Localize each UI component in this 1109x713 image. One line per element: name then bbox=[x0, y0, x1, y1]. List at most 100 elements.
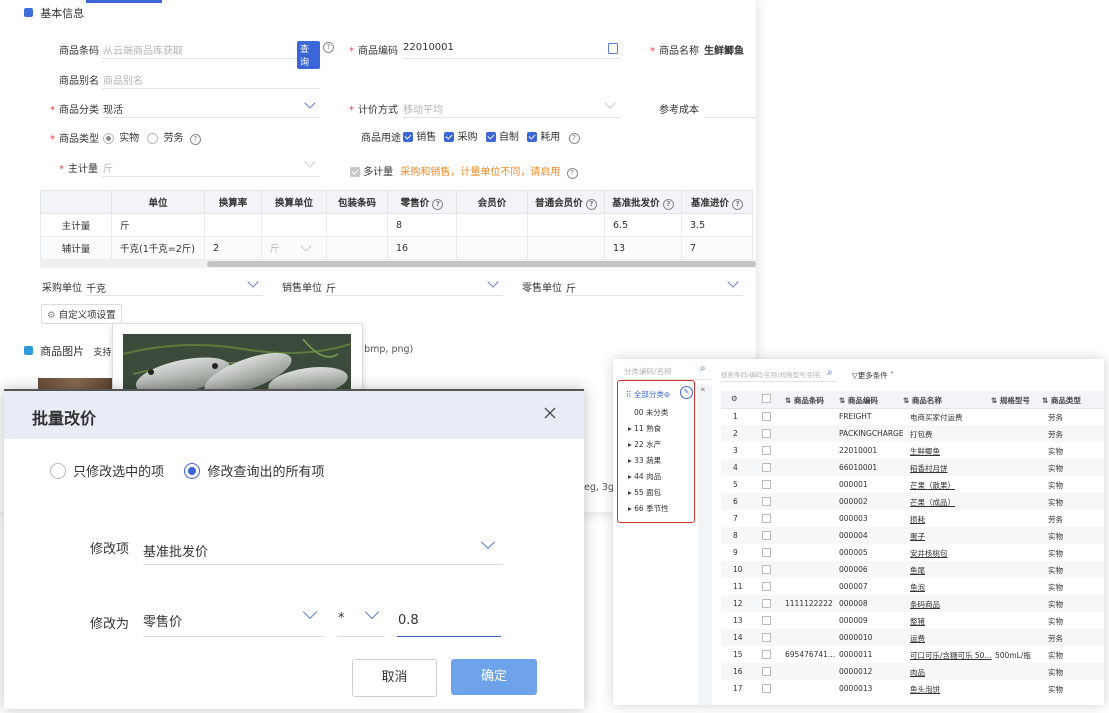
tree-item[interactable]: 00 未分类 bbox=[634, 407, 668, 418]
search-icon[interactable]: ⌕ bbox=[700, 363, 706, 374]
cell-name[interactable]: 生鲜鲫鱼 bbox=[910, 446, 940, 457]
barcode-generate-icon[interactable] bbox=[608, 43, 618, 54]
cell-name[interactable]: 安井核桃包 bbox=[910, 548, 948, 559]
table-row[interactable]: 17 0000013 鱼头泡饼 实物 bbox=[721, 680, 1104, 697]
factor-input[interactable]: 0.8 bbox=[397, 603, 501, 637]
cell-name[interactable]: 电商买家付运费 bbox=[910, 412, 963, 423]
settings-icon[interactable]: ⚙ bbox=[731, 394, 738, 403]
scrollbar-thumb[interactable] bbox=[207, 261, 756, 267]
multi-unit-checkbox[interactable] bbox=[350, 167, 360, 177]
ref-cost-field[interactable] bbox=[704, 97, 756, 118]
table-row[interactable]: 2 PACKINGCHARGE 打包费 劳务 bbox=[721, 425, 1104, 442]
cell-name[interactable]: 鱼泡 bbox=[910, 582, 925, 593]
row-checkbox[interactable] bbox=[762, 633, 771, 642]
cell-conv-unit[interactable] bbox=[261, 213, 327, 237]
list-search-input[interactable]: 搜索条码/编码/名称/规格型号/别名 bbox=[721, 367, 837, 382]
table-row[interactable]: 12 1111122222 000008 条码商品 实物 bbox=[721, 595, 1104, 612]
cell-name[interactable]: 蛋子 bbox=[910, 531, 925, 542]
horizontal-scrollbar[interactable] bbox=[40, 260, 756, 268]
cell-normal-member[interactable] bbox=[527, 213, 605, 237]
row-checkbox[interactable] bbox=[762, 582, 771, 591]
row-checkbox[interactable] bbox=[762, 514, 771, 523]
row-checkbox[interactable] bbox=[762, 548, 771, 557]
barcode-field[interactable]: 从云端商品库获取 查询 bbox=[102, 38, 320, 69]
row-checkbox[interactable] bbox=[762, 565, 771, 574]
code-field[interactable]: 22010001 bbox=[402, 38, 620, 59]
row-checkbox[interactable] bbox=[762, 667, 771, 676]
search-icon[interactable]: ⌕ bbox=[827, 367, 833, 378]
row-checkbox[interactable] bbox=[762, 531, 771, 540]
cell-name[interactable]: 鱼头泡饼 bbox=[910, 684, 940, 695]
row-checkbox[interactable] bbox=[762, 684, 771, 693]
radio-all-results[interactable] bbox=[184, 462, 201, 479]
cell-name[interactable]: 运费 bbox=[910, 633, 925, 644]
table-row[interactable]: 13 000009 整猪 实物 bbox=[721, 612, 1104, 629]
cell-unit[interactable]: 千克(1千克=2斤) bbox=[111, 236, 205, 260]
settings-icon[interactable]: ⊚ bbox=[664, 390, 670, 399]
row-checkbox[interactable] bbox=[762, 480, 771, 489]
cell-purchase[interactable]: 3.5 bbox=[681, 213, 753, 237]
cell-name[interactable]: 整猪 bbox=[910, 616, 925, 627]
tree-item[interactable]: ▸ 33 蔬果 bbox=[628, 455, 661, 466]
table-row[interactable]: 7 000003 损耗 劳务 bbox=[721, 510, 1104, 527]
purchase-unit-select[interactable]: 千克 bbox=[85, 275, 263, 296]
type-radio-physical[interactable] bbox=[103, 132, 114, 144]
cell-conv-unit[interactable]: 斤 bbox=[261, 236, 327, 260]
usage-checkbox-make[interactable] bbox=[485, 132, 496, 142]
col-header-barcode[interactable]: ⇅ 商品条码 bbox=[785, 395, 824, 406]
cell-name[interactable]: 条码商品 bbox=[910, 599, 940, 610]
cell-unit[interactable]: 斤 bbox=[111, 213, 205, 237]
cell-name[interactable]: 鱼尾 bbox=[910, 565, 925, 576]
cell-name[interactable]: 打包费 bbox=[910, 429, 933, 440]
usage-checkbox-purchase[interactable] bbox=[444, 132, 455, 142]
row-checkbox[interactable] bbox=[762, 650, 771, 659]
radio-selected-only[interactable] bbox=[50, 462, 66, 479]
table-row[interactable]: 9 000005 安井核桃包 实物 bbox=[721, 544, 1104, 561]
row-checkbox[interactable] bbox=[762, 429, 771, 438]
type-radio-service[interactable] bbox=[147, 132, 159, 144]
alias-field[interactable]: 商品别名 bbox=[102, 68, 320, 89]
row-checkbox[interactable] bbox=[762, 412, 771, 421]
tree-item[interactable]: ▸ 55 面包 bbox=[628, 487, 661, 498]
usage-checkbox-consume[interactable] bbox=[527, 132, 538, 142]
table-row[interactable]: 8 000004 蛋子 实物 bbox=[721, 527, 1104, 544]
table-row[interactable]: 16 0000012 肉品 实物 bbox=[721, 663, 1104, 680]
category-select[interactable]: 现活 bbox=[102, 97, 320, 118]
to-select[interactable]: 零售价 bbox=[143, 603, 323, 637]
cell-wholesale[interactable]: 13 bbox=[604, 236, 682, 260]
row-checkbox[interactable] bbox=[762, 599, 771, 608]
tree-item-all[interactable]: ⠿ 全部分类⊚ bbox=[626, 389, 670, 400]
cell-name[interactable]: 损耗 bbox=[910, 514, 925, 525]
pricing-select[interactable]: 移动平均 bbox=[402, 97, 620, 118]
tree-item[interactable]: ▸ 66 季节性 bbox=[628, 503, 669, 514]
table-row[interactable]: 10 000006 鱼尾 实物 bbox=[721, 561, 1104, 578]
close-icon[interactable] bbox=[542, 405, 558, 421]
usage-checkbox-sell[interactable] bbox=[403, 132, 413, 142]
cell-rate[interactable] bbox=[204, 213, 262, 237]
query-button[interactable]: 查询 bbox=[297, 41, 320, 69]
cell-name[interactable]: 芒果（散果） bbox=[910, 480, 955, 491]
cell-retail[interactable]: 8 bbox=[387, 213, 457, 237]
table-row[interactable]: 11 000007 鱼泡 实物 bbox=[721, 578, 1104, 595]
cell-name[interactable]: 肉品 bbox=[910, 667, 925, 678]
table-row[interactable]: 1 FREIGHT 电商买家付运费 劳务 bbox=[721, 408, 1104, 425]
col-header-code[interactable]: ⇅ 商品编码 bbox=[839, 395, 878, 406]
cell-barcode[interactable] bbox=[326, 213, 388, 237]
col-header-spec[interactable]: ⇅ 规格型号 bbox=[991, 395, 1030, 406]
table-row[interactable]: 5 000001 芒果（散果） 实物 bbox=[721, 476, 1104, 493]
tree-item[interactable]: ▸ 11 熟食 bbox=[628, 423, 661, 434]
edit-icon[interactable]: ✎ bbox=[680, 386, 693, 399]
select-all-checkbox[interactable] bbox=[762, 394, 771, 403]
cell-name[interactable]: 芒果（成品） bbox=[910, 497, 955, 508]
row-checkbox[interactable] bbox=[762, 497, 771, 506]
cell-purchase[interactable]: 7 bbox=[681, 236, 753, 260]
tree-item[interactable]: ▸ 44 肉品 bbox=[628, 471, 661, 482]
cell-member[interactable] bbox=[456, 236, 528, 260]
col-header-name[interactable]: ⇅ 商品名称 bbox=[903, 395, 942, 406]
custom-fields-button[interactable]: ⚙ 自定义项设置 bbox=[41, 304, 122, 324]
table-row[interactable]: 3 22010001 生鲜鲫鱼 实物 bbox=[721, 442, 1104, 459]
cell-member[interactable] bbox=[456, 213, 528, 237]
main-unit-select[interactable]: 斤 bbox=[102, 156, 320, 177]
tree-search-input[interactable]: 分类编码/名称 bbox=[623, 363, 711, 380]
cell-retail[interactable]: 16 bbox=[387, 236, 457, 260]
